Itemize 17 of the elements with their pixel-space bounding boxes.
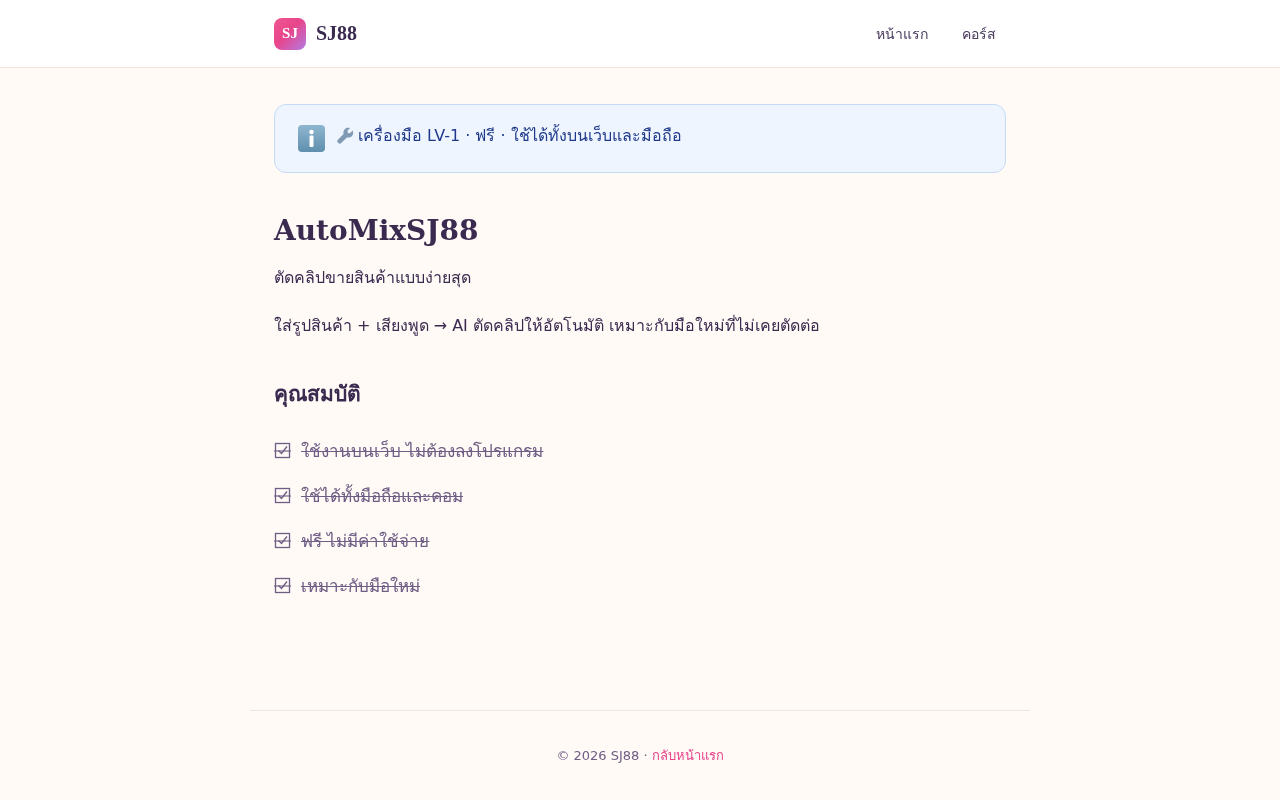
wrench-icon — [337, 127, 354, 144]
section-heading: คุณสมบัติ — [274, 381, 362, 409]
feature-text: ฟรี ไม่มีค่าใช้จ่าย — [301, 529, 430, 553]
logo-tile[interactable]: SJ — [274, 17, 306, 50]
nav-link[interactable]: คอร์ส — [950, 14, 1008, 53]
subtitle: ตัดคลิปขายสินค้าแบบง่ายสุด — [274, 267, 472, 290]
copyright-text: © 2026 SJ88 · — [556, 748, 648, 763]
feature-text: ใช้งานบนเว็บ ไม่ต้องลงโปรแกรม — [301, 439, 544, 463]
feature-text: ใช้ได้ทั้งมือถือและคอม — [301, 483, 463, 508]
description: ใส่รูปสินค้า + เสียงพูด → AI ตัดคลิปให้อัตโนมัติ เหมาะกับมือใหม่ที่ไม่เคยตัดต่อ — [274, 314, 821, 338]
nav-link[interactable]: หน้าแรก — [864, 14, 940, 53]
feature-text: เหมาะกับมือใหม่ — [301, 574, 420, 598]
info-icon — [298, 125, 325, 152]
brand-name[interactable]: SJ88 — [316, 22, 358, 45]
page-title: AutoMixSJ88 — [274, 213, 480, 249]
home-link[interactable]: กลับหน้าแรก — [651, 745, 724, 766]
notice-text: เครื่องมือ LV-1 · ฟรี · ใช้ได้ทั้งบนเว็บและมือถือ — [358, 123, 682, 147]
